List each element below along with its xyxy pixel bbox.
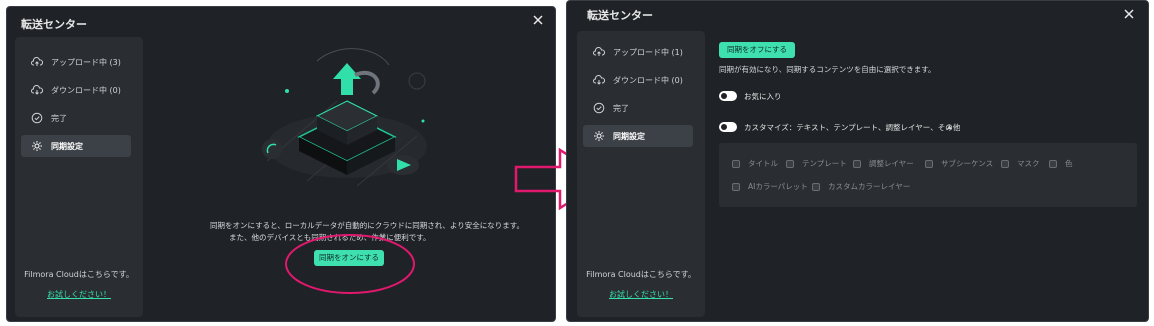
close-icon[interactable] xyxy=(1120,5,1138,23)
option-template[interactable]: テンプレート xyxy=(786,158,847,169)
sidebar-item-downloading[interactable]: ダウンロード中 (0) xyxy=(21,79,131,101)
turn-off-sync-button[interactable]: 同期をオフにする xyxy=(719,42,795,58)
sidebar-item-uploading[interactable]: アップロード中 (3) xyxy=(21,51,131,73)
sidebar-item-sync-settings[interactable]: 同期設定 xyxy=(583,125,693,147)
option-title[interactable]: タイトル xyxy=(732,158,778,169)
favorites-label: お気に入り xyxy=(744,92,782,101)
sidebar-item-label: 同期設定 xyxy=(51,141,83,151)
close-icon[interactable] xyxy=(529,11,547,29)
sidebar-item-label: アップロード中 (3) xyxy=(51,57,121,67)
checkbox[interactable] xyxy=(1001,159,1009,168)
sidebar-item-completed[interactable]: 完了 xyxy=(21,107,131,129)
cloud-upload-icon xyxy=(593,47,605,56)
transfer-center-window-before: 転送センター アップロード中 (3) ダウンロード中 (0) 完了 同期設定 F… xyxy=(6,6,556,322)
sidebar-item-uploading[interactable]: アップロード中 (1) xyxy=(583,41,693,63)
sync-enabled-description: 同期が有効になり、同期するコンテンツを自由に選択できます。 xyxy=(719,65,936,74)
customize-toggle[interactable] xyxy=(719,122,737,132)
chevron-up-icon[interactable] xyxy=(946,124,953,130)
checkbox[interactable] xyxy=(1049,159,1057,168)
option-ai-color-palette[interactable]: AIカラーパレット xyxy=(732,181,808,192)
option-adjustment-layer[interactable]: 調整レイヤー xyxy=(853,158,914,169)
sidebar: アップロード中 (1) ダウンロード中 (0) 完了 同期設定 Filmora … xyxy=(577,31,705,317)
check-circle-icon xyxy=(31,112,43,124)
sidebar-item-label: ダウンロード中 (0) xyxy=(51,85,121,95)
filmora-cloud-text: Filmora Cloudはこちらです。 xyxy=(24,270,134,279)
favorites-toggle[interactable] xyxy=(719,91,737,101)
cloud-download-icon xyxy=(593,75,605,85)
try-it-link[interactable]: お試しください！ xyxy=(15,289,143,300)
checkbox[interactable] xyxy=(732,182,740,191)
option-custom-color-layer[interactable]: カスタムカラーレイヤー xyxy=(812,181,910,192)
checkbox[interactable] xyxy=(853,159,861,168)
cloud-sync-illustration xyxy=(262,48,427,187)
checkbox[interactable] xyxy=(732,159,740,168)
window-title: 転送センター xyxy=(587,9,653,22)
customize-label: カスタマイズ：テキスト、テンプレート、調整レイヤー、その他 xyxy=(744,123,961,132)
filmora-cloud-text: Filmora Cloudはこちらです。 xyxy=(586,270,696,279)
transfer-center-window-after: 転送センター アップロード中 (1) ダウンロード中 (0) 完了 同期設定 F… xyxy=(566,0,1149,322)
option-color[interactable]: 色 xyxy=(1049,158,1073,169)
sidebar: アップロード中 (3) ダウンロード中 (0) 完了 同期設定 Filmora … xyxy=(15,37,143,317)
option-mask[interactable]: マスク xyxy=(1001,158,1040,169)
sidebar-item-label: 完了 xyxy=(613,103,629,113)
checkbox[interactable] xyxy=(812,182,820,191)
option-subsequence[interactable]: サブシーケンス xyxy=(925,158,993,169)
sidebar-item-completed[interactable]: 完了 xyxy=(583,97,693,119)
customize-options-panel: タイトル テンプレート 調整レイヤー サブシーケンス マスク 色 AIカラーパレ… xyxy=(719,143,1137,207)
gear-icon xyxy=(594,131,604,141)
sync-description-line1: 同期をオンにすると、ローカルデータが自動的にクラウドに同期され、より安全になりま… xyxy=(210,221,524,230)
checkbox[interactable] xyxy=(925,159,933,168)
cloud-download-icon xyxy=(31,85,43,95)
window-title: 転送センター xyxy=(21,18,87,31)
highlight-circle xyxy=(285,234,415,294)
sidebar-item-label: 同期設定 xyxy=(613,131,645,141)
gear-icon xyxy=(32,141,42,151)
cloud-upload-icon xyxy=(31,57,43,66)
checkbox[interactable] xyxy=(786,159,794,168)
sidebar-item-label: アップロード中 (1) xyxy=(613,47,683,57)
check-circle-icon xyxy=(593,102,605,114)
sidebar-item-downloading[interactable]: ダウンロード中 (0) xyxy=(583,69,693,91)
try-it-link[interactable]: お試しください！ xyxy=(577,289,705,300)
sidebar-item-label: 完了 xyxy=(51,113,67,123)
sidebar-item-sync-settings[interactable]: 同期設定 xyxy=(21,135,131,157)
sidebar-item-label: ダウンロード中 (0) xyxy=(613,75,683,85)
